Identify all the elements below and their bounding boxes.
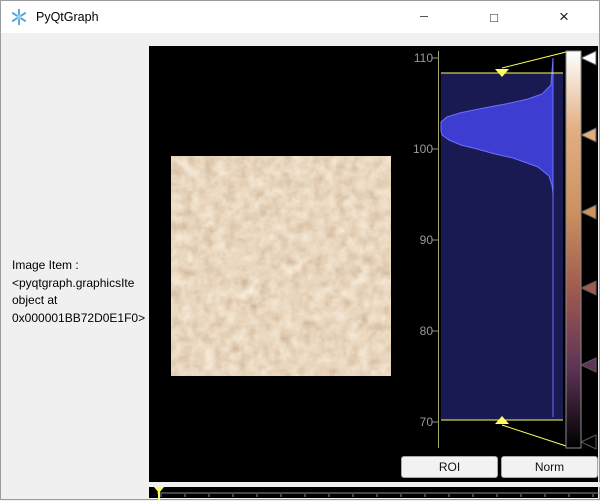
connector-line-top xyxy=(502,52,566,68)
maximize-button[interactable]: □ xyxy=(459,1,529,33)
histogram-scene xyxy=(149,46,600,501)
app-window: PyQtGraph ─ □ × Image Item : <pyqtgraph.… xyxy=(0,0,600,500)
axis-tick-label: 70 xyxy=(389,414,433,430)
timeline-separator xyxy=(149,482,600,487)
title-bar[interactable]: PyQtGraph ─ □ × xyxy=(1,1,599,33)
gradient-tick[interactable] xyxy=(581,358,596,372)
gradient-tick[interactable] xyxy=(581,281,596,295)
roi-button[interactable]: ROI xyxy=(401,456,498,478)
axis-tick-label: 90 xyxy=(389,232,433,248)
window-title: PyQtGraph xyxy=(36,10,99,24)
info-line: Image Item : xyxy=(12,257,149,275)
info-line: <pyqtgraph.graphicsIte xyxy=(12,275,149,293)
norm-button[interactable]: Norm xyxy=(501,456,598,478)
axis-tick-label: 80 xyxy=(389,323,433,339)
gradient-tick[interactable] xyxy=(581,51,596,65)
gradient-bar[interactable] xyxy=(566,51,581,448)
connector-line-bottom xyxy=(502,425,566,446)
image-view-canvas[interactable]: 110 100 90 80 70 ROI Norm xyxy=(149,46,598,498)
app-icon xyxy=(10,8,28,26)
info-line: object at xyxy=(12,292,149,310)
timeline-ticks xyxy=(161,494,593,497)
close-button[interactable]: × xyxy=(529,1,599,33)
gradient-tick[interactable] xyxy=(581,205,596,219)
axis-tick-label: 110 xyxy=(389,50,433,66)
axis-tick-marks xyxy=(433,58,439,422)
gradient-tick[interactable] xyxy=(581,435,596,449)
window-controls: ─ □ × xyxy=(389,1,599,33)
info-line: 0x000001BB72D0E1F0> xyxy=(12,310,149,328)
axis-tick-label: 100 xyxy=(389,141,433,157)
window-content: Image Item : <pyqtgraph.graphicsIte obje… xyxy=(2,33,598,498)
info-panel: Image Item : <pyqtgraph.graphicsIte obje… xyxy=(12,257,149,327)
gradient-tick[interactable] xyxy=(581,128,596,142)
minimize-button[interactable]: ─ xyxy=(389,1,459,33)
timeline[interactable] xyxy=(154,487,599,500)
